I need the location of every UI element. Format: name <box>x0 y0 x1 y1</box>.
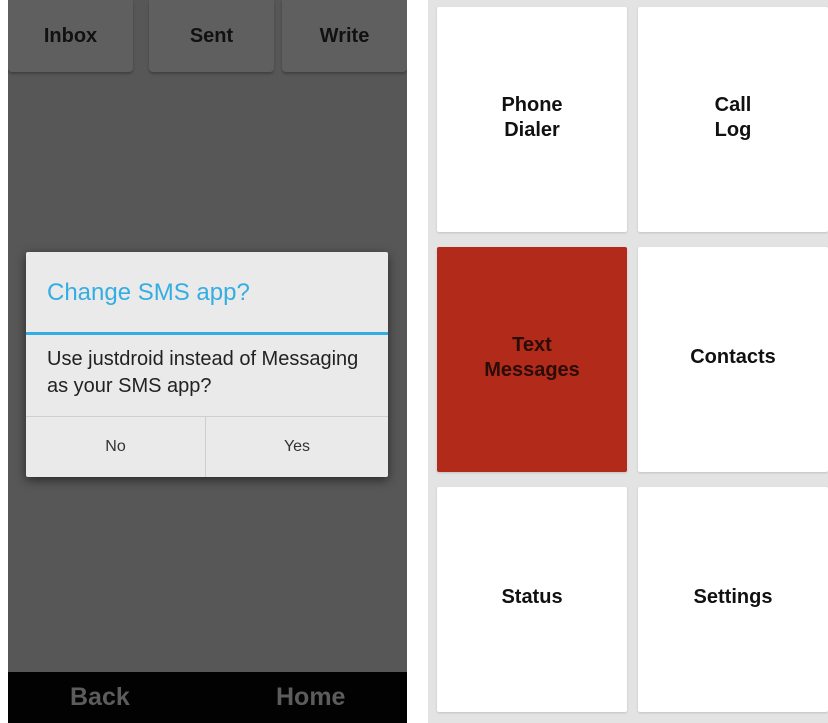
tile-label: Settings <box>693 586 773 608</box>
tile-label: Phone Dialer <box>501 93 563 141</box>
tile-contacts[interactable]: Contacts <box>638 247 828 472</box>
tile-label: Contacts <box>690 346 776 368</box>
message-tabs: Inbox Sent Write <box>8 0 407 72</box>
tile-settings[interactable]: Settings <box>638 487 828 712</box>
change-sms-app-dialog: Change SMS app? Use justdroid instead of… <box>26 252 388 477</box>
home-button[interactable]: Home <box>276 672 345 723</box>
dialog-actions: No Yes <box>26 416 388 477</box>
tile-text-messages[interactable]: Text Messages <box>437 247 627 472</box>
dialog-message: Use justdroid instead of Messaging as yo… <box>47 348 359 397</box>
tile-label: Text Messages <box>484 333 580 381</box>
no-button[interactable]: No <box>26 417 206 477</box>
tile-call-log[interactable]: Call Log <box>638 7 828 232</box>
tile-phone-dialer[interactable]: Phone Dialer <box>437 7 627 232</box>
back-button[interactable]: Back <box>70 672 130 723</box>
bottom-navigation-bar: Back Home <box>8 672 407 723</box>
home-launcher-grid: Phone Dialer Call Log Text Messages Cont… <box>428 0 828 723</box>
sms-app-screen: Inbox Sent Write Change SMS app? Use jus… <box>8 0 407 723</box>
tile-label: Status <box>501 586 563 608</box>
tab-inbox[interactable]: Inbox <box>8 0 133 72</box>
tab-write[interactable]: Write <box>282 0 407 72</box>
tab-sent[interactable]: Sent <box>149 0 274 72</box>
tile-label: Call Log <box>714 93 752 141</box>
dialog-title: Change SMS app? <box>47 279 250 306</box>
dialog-title-divider <box>26 332 388 335</box>
tile-status[interactable]: Status <box>437 487 627 712</box>
yes-button[interactable]: Yes <box>206 417 388 477</box>
